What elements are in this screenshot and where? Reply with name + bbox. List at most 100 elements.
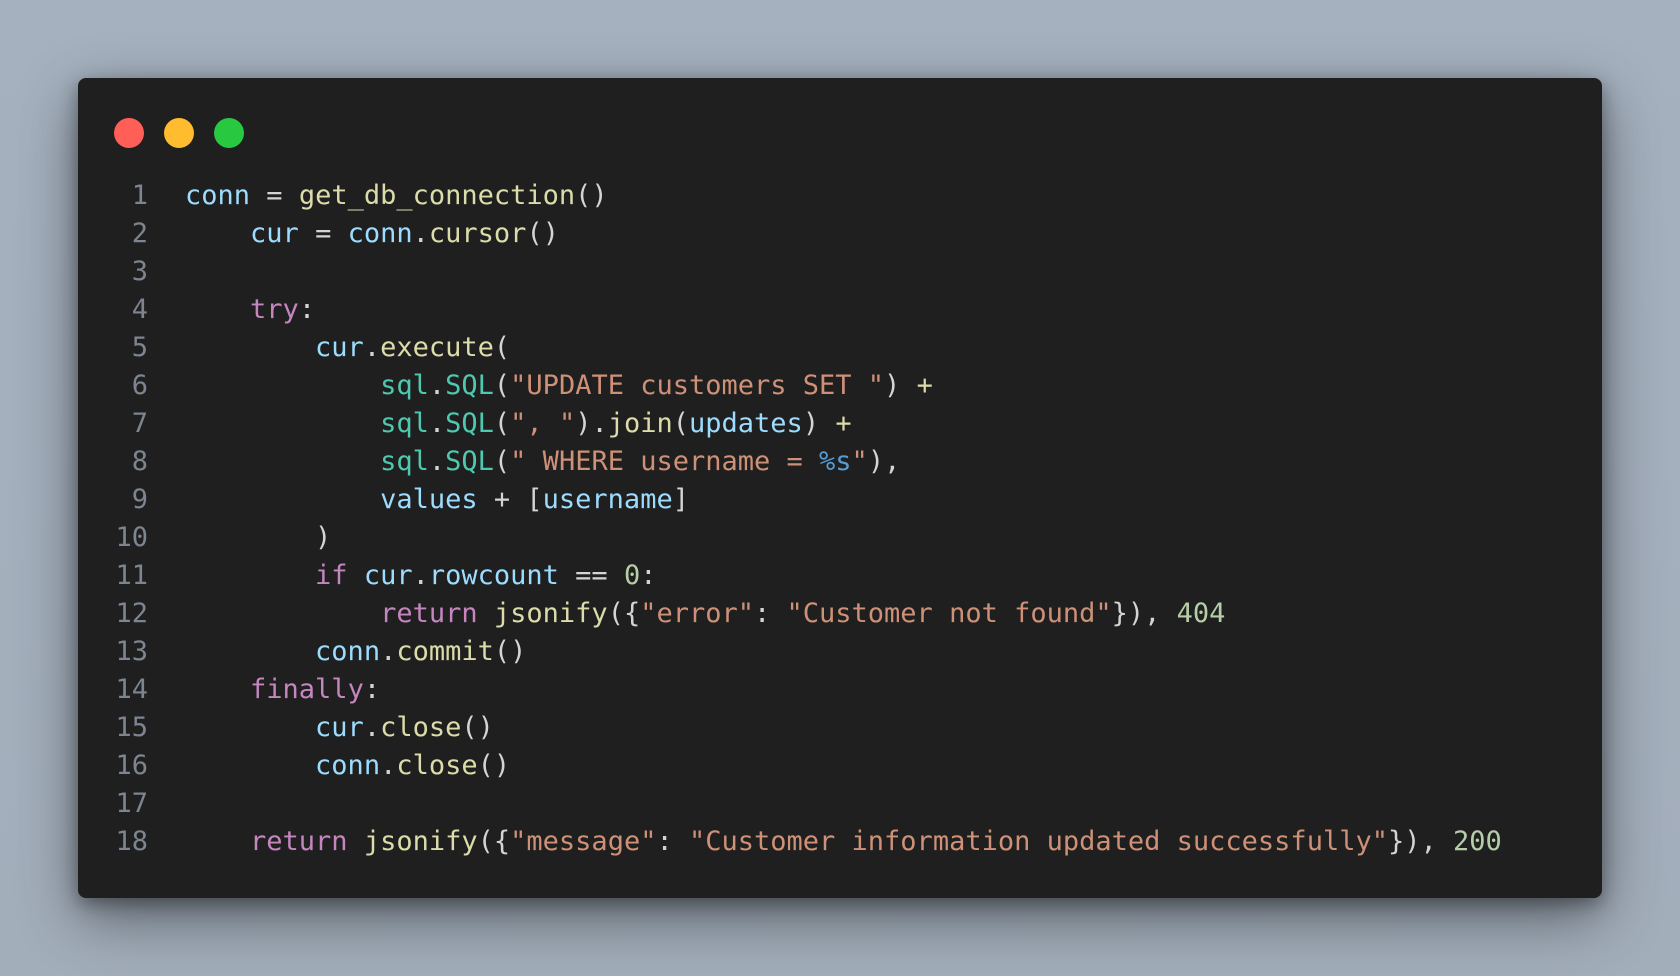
code-text: ) bbox=[185, 519, 331, 557]
code-line: 13 conn.commit() bbox=[78, 633, 1602, 671]
line-number: 8 bbox=[131, 446, 148, 477]
code-token: sql bbox=[380, 408, 429, 439]
code-token: : bbox=[640, 560, 657, 591]
code-token: ( bbox=[493, 332, 511, 363]
code-token: 0 bbox=[623, 560, 641, 591]
code-token: sql bbox=[380, 446, 429, 477]
code-token: = bbox=[250, 180, 299, 211]
code-token: ) bbox=[185, 522, 332, 553]
code-token: }), bbox=[1387, 826, 1453, 857]
line-number: 15 bbox=[115, 712, 148, 743]
code-token: + bbox=[835, 408, 852, 439]
code-line: 3 bbox=[78, 253, 1602, 291]
code-token: . bbox=[363, 332, 381, 363]
code-token: return bbox=[250, 826, 348, 857]
code-token: ] bbox=[672, 484, 689, 515]
line-number: 7 bbox=[131, 408, 148, 439]
code-text: conn.commit() bbox=[185, 633, 526, 671]
line-number: 12 bbox=[115, 598, 148, 629]
code-token: : bbox=[363, 674, 381, 705]
code-token: . bbox=[380, 636, 397, 667]
code-token: " bbox=[851, 446, 868, 477]
code-token: conn bbox=[315, 750, 381, 781]
code-text: if cur.rowcount == 0: bbox=[185, 557, 656, 595]
code-token: ). bbox=[575, 408, 608, 439]
code-text: cur.close() bbox=[185, 709, 494, 747]
maximize-dot-icon[interactable] bbox=[214, 118, 244, 148]
code-text: return jsonify({"error": "Customer not f… bbox=[185, 595, 1225, 633]
code-line: 8 sql.SQL(" WHERE username = %s"), bbox=[78, 443, 1602, 481]
code-token: "Customer not found" bbox=[786, 598, 1112, 629]
code-token: == bbox=[558, 560, 624, 591]
code-token: cursor bbox=[428, 218, 527, 249]
code-token: close bbox=[380, 712, 462, 743]
code-token: values bbox=[380, 484, 478, 515]
code-token: }), bbox=[1111, 598, 1177, 629]
code-line: 2 cur = conn.cursor() bbox=[78, 215, 1602, 253]
code-token: SQL bbox=[445, 370, 494, 401]
code-token: rowcount bbox=[428, 560, 559, 591]
code-token: ({ bbox=[607, 598, 641, 629]
code-token: "Customer information updated successful… bbox=[688, 826, 1388, 857]
code-token: ) bbox=[884, 370, 917, 401]
code-line: 16 conn.close() bbox=[78, 747, 1602, 785]
code-token: if bbox=[315, 560, 348, 591]
code-text: cur = conn.cursor() bbox=[185, 215, 559, 253]
code-token: username bbox=[542, 484, 673, 515]
code-window: 1 conn = get_db_connection() 2 cur = conn.… bbox=[78, 78, 1602, 898]
code-token: ( bbox=[672, 408, 690, 439]
code-line: 17 bbox=[78, 785, 1602, 823]
code-token: ( bbox=[493, 370, 511, 401]
code-token: cur bbox=[363, 560, 413, 591]
code-token: ) bbox=[802, 408, 836, 439]
line-number: 16 bbox=[115, 750, 148, 781]
code-token: ( bbox=[493, 408, 511, 439]
code-token: () bbox=[477, 750, 511, 781]
code-token: close bbox=[396, 750, 478, 781]
line-number: 14 bbox=[115, 674, 148, 705]
code-token: () bbox=[493, 636, 527, 667]
code-text: try: bbox=[185, 291, 315, 329]
line-number: 1 bbox=[131, 180, 148, 211]
code-text: sql.SQL("UPDATE customers SET ") + bbox=[185, 367, 933, 405]
code-token: sql bbox=[380, 370, 429, 401]
code-line: 1 conn = get_db_connection() bbox=[78, 177, 1602, 215]
code-token: + bbox=[916, 370, 933, 401]
code-token: . bbox=[428, 370, 446, 401]
code-token: . bbox=[412, 218, 429, 249]
line-number: 6 bbox=[131, 370, 148, 401]
minimize-dot-icon[interactable] bbox=[164, 118, 194, 148]
code-token: conn bbox=[347, 218, 413, 249]
code-text: return jsonify({"message": "Customer inf… bbox=[185, 823, 1502, 861]
code-line: 10 ) bbox=[78, 519, 1602, 557]
line-number: 9 bbox=[131, 484, 148, 515]
code-token: ({ bbox=[477, 826, 511, 857]
code-token: = bbox=[298, 218, 348, 249]
code-text: sql.SQL(", ").join(updates) + bbox=[185, 405, 852, 443]
code-text: cur.execute( bbox=[185, 329, 510, 367]
line-number: 18 bbox=[115, 826, 148, 857]
code-token: 404 bbox=[1176, 598, 1226, 629]
code-token: jsonify bbox=[363, 826, 478, 857]
code-token: return bbox=[380, 598, 478, 629]
code-token: 200 bbox=[1453, 826, 1502, 857]
code-token: %s bbox=[819, 446, 852, 477]
code-text: sql.SQL(" WHERE username = %s"), bbox=[185, 443, 900, 481]
code-token: : bbox=[754, 598, 787, 629]
code-text: finally: bbox=[185, 671, 380, 709]
code-line: 14 finally: bbox=[78, 671, 1602, 709]
code-token: . bbox=[380, 750, 397, 781]
code-line: 9 values + [username] bbox=[78, 481, 1602, 519]
code-token: conn bbox=[185, 180, 251, 211]
close-dot-icon[interactable] bbox=[114, 118, 144, 148]
